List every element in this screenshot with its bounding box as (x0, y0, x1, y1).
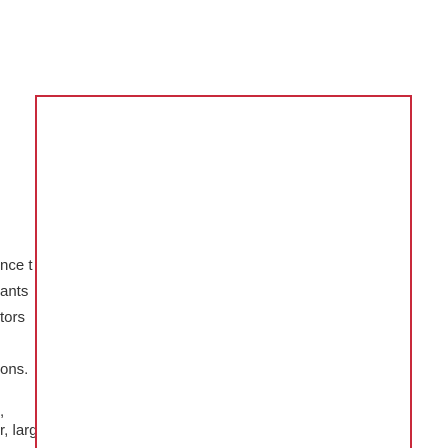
text-fragment: ants (0, 283, 29, 300)
text-fragment: ons. (0, 361, 29, 378)
text-fragment: , (0, 403, 5, 420)
text-fragment: tors (0, 309, 26, 326)
text-fragment: nce t (0, 257, 33, 274)
highlight-box (35, 95, 412, 448)
